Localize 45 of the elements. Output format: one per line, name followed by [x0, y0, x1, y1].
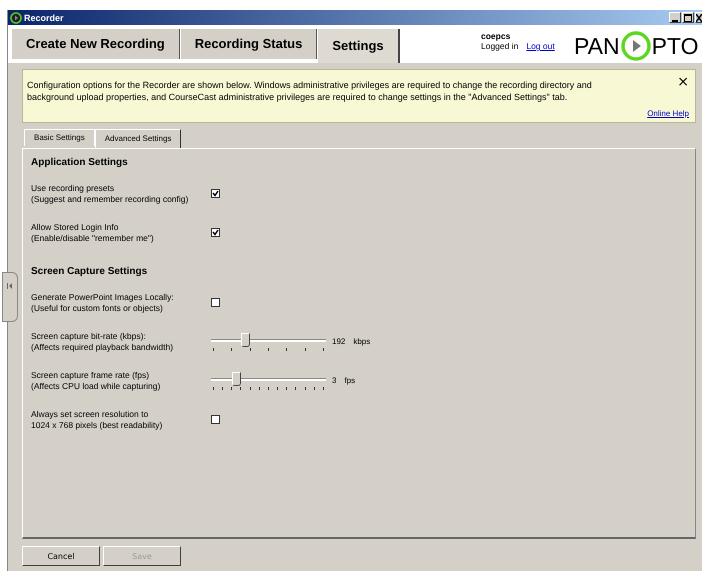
- checkbox[interactable]: [211, 298, 220, 307]
- slider-value: 3: [332, 376, 336, 385]
- collapse-icon[interactable]: [7, 283, 13, 289]
- setting-label: Allow Stored Login Info: [31, 222, 120, 232]
- setting-label: Generate PowerPoint Images Locally:: [31, 292, 175, 302]
- close-icon[interactable]: [695, 12, 702, 23]
- setting-hint: (Enable/disable "remember me"): [31, 232, 155, 244]
- unit-label: kbps: [353, 337, 370, 346]
- checkbox[interactable]: [211, 228, 220, 237]
- setting-label: Always set screen resolution to: [31, 408, 150, 420]
- help-link[interactable]: Online Help: [647, 109, 689, 118]
- login-status: Logged in: [481, 41, 518, 51]
- dialog-button[interactable]: Cancel: [22, 546, 100, 566]
- window-title: Recorder: [24, 12, 65, 22]
- slider-thumb[interactable]: [232, 372, 241, 386]
- maximize-icon[interactable]: [682, 12, 694, 23]
- setting-label: Screen capture bit-rate (kbps):: [31, 330, 147, 342]
- info-text: Configuration options for the Recorder are shown below. Windows administrative privileges are required to change the recording directory and background upload properties, and CourseCast administrative privileges are required to change settings in the "Advanced Settings" tab.: [27, 79, 593, 104]
- setting-label: Screen capture frame rate (fps): [31, 370, 150, 380]
- setting-hint: (Suggest and remember recording config): [31, 194, 190, 204]
- play-icon: [10, 12, 22, 24]
- section-heading: Screen Capture Settings: [31, 266, 148, 277]
- logo-text: PTO: [652, 32, 698, 60]
- checkbox[interactable]: [211, 189, 220, 198]
- setting-hint: (Affects required playback bandwidth): [31, 342, 174, 352]
- minimize-icon[interactable]: [669, 12, 681, 23]
- section-heading: Application Settings: [31, 157, 129, 168]
- setting-hint: (Useful for custom fonts or objects): [31, 302, 164, 314]
- setting-hint: 1024 x 768 pixels (best readability): [31, 420, 164, 430]
- setting-label: Use recording presets: [31, 182, 116, 194]
- logout-link[interactable]: Log out: [526, 41, 555, 51]
- tab[interactable]: Advanced Settings: [94, 129, 182, 148]
- slider-value: 192: [332, 337, 346, 346]
- slider-thumb[interactable]: [240, 332, 250, 346]
- tab[interactable]: Recording Status: [180, 29, 318, 59]
- checkbox[interactable]: [211, 415, 220, 424]
- tab[interactable]: Create New Recording: [12, 29, 180, 59]
- unit-label: fps: [344, 376, 356, 385]
- tab[interactable]: Settings: [318, 29, 400, 63]
- close-button[interactable]: ×: [677, 77, 689, 87]
- logo-text: PAN: [574, 32, 620, 60]
- side-handle[interactable]: [2, 272, 18, 322]
- setting-hint: (Affects CPU load while capturing): [31, 380, 162, 392]
- tab[interactable]: Basic Settings: [24, 129, 95, 146]
- user-name: coepcs: [481, 31, 512, 41]
